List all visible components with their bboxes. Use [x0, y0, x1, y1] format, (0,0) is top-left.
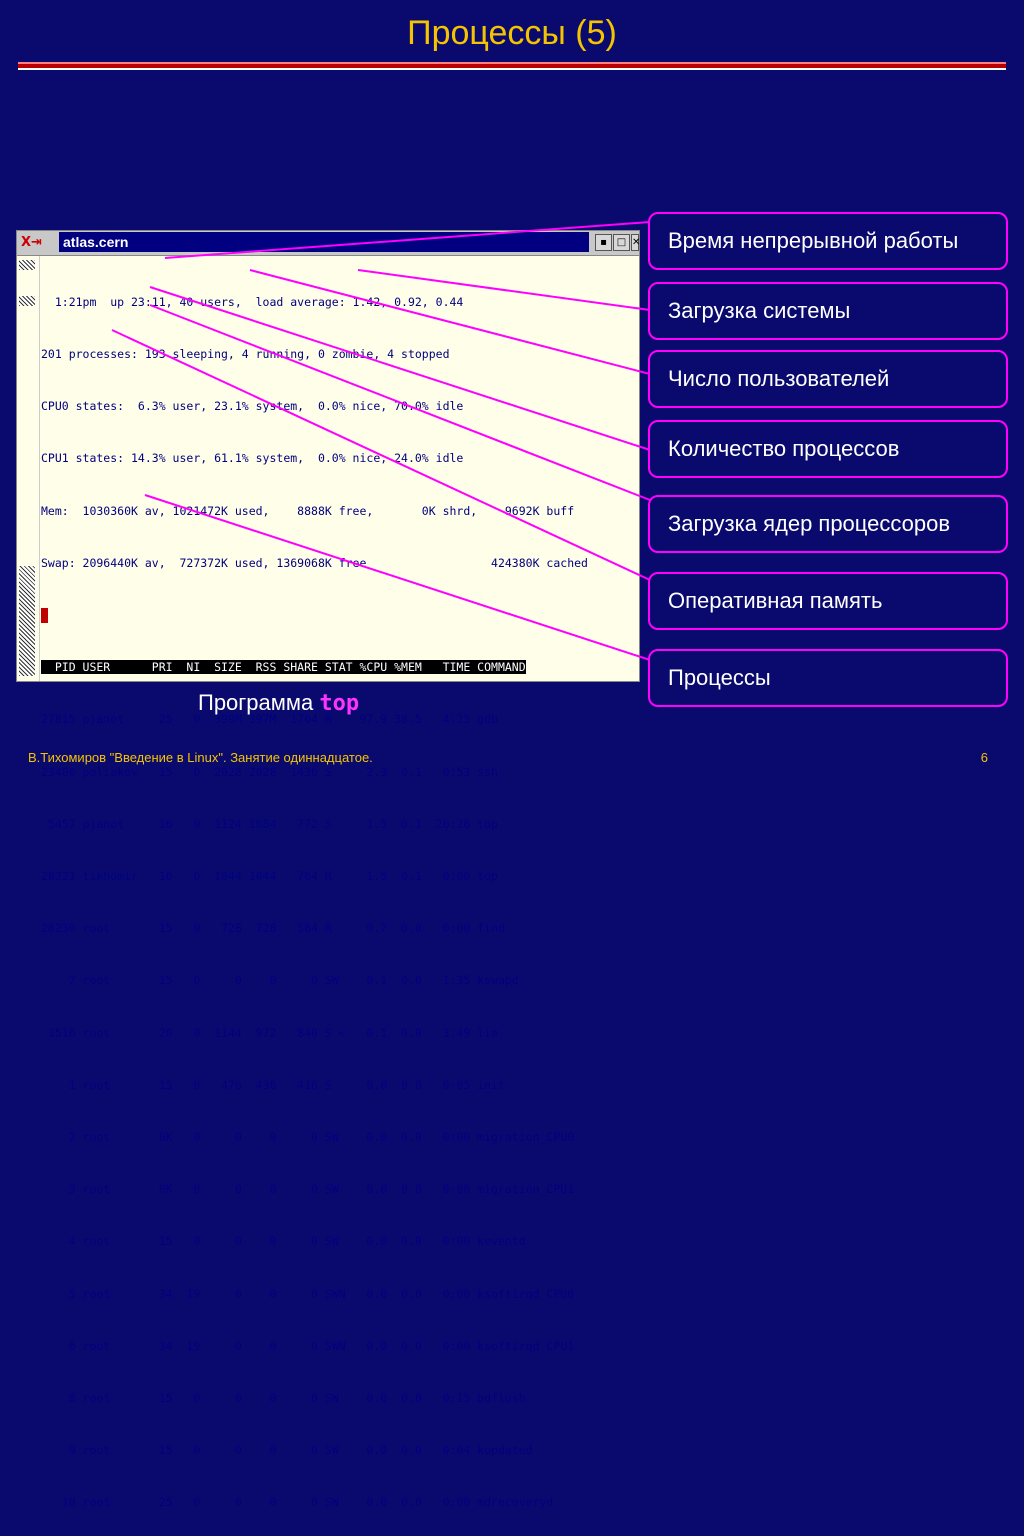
- arrow-memory: [111, 329, 651, 581]
- arrow-cpu: [149, 304, 651, 501]
- process-row: 2 root 0K 0 0 0 0 SW 0.0 0.0 0:00 migrat…: [41, 1130, 575, 1145]
- arrow-uptime: [164, 221, 651, 259]
- page-number: 6: [980, 750, 988, 765]
- process-row: 5457 pjanot 16 0 1124 1084 772 S 1.5 0.1…: [41, 816, 498, 831]
- process-row: 28221 tikhomir 16 0 1044 1044 764 R 1.5 …: [41, 869, 498, 884]
- callout-process-list: Процессы: [648, 649, 1008, 707]
- process-row: 1 root 15 0 476 436 416 S 0.0 0.0 0:05 i…: [41, 1077, 505, 1092]
- arrow-processes: [149, 286, 651, 451]
- process-row: 28230 root 15 0 728 728 584 R 0.7 0.0 0:…: [41, 921, 505, 936]
- callout-process-count: Количество процессов: [648, 420, 1008, 478]
- callout-uptime: Время непрерывной работы: [648, 212, 1008, 270]
- arrow-users: [249, 269, 651, 375]
- arrow-process-list: [144, 494, 651, 661]
- caption-text: Программа: [198, 690, 314, 715]
- figure-caption: Программа top: [198, 690, 359, 716]
- process-row: 10 root 25 0 0 0 0 SW 0.0 0.0 0:00 mdrec…: [41, 1495, 554, 1510]
- process-row: 6 root 34 19 0 0 0 SWN 0.0 0.0 0:00 ksof…: [41, 1338, 575, 1353]
- callout-load-average: Загрузка системы: [648, 282, 1008, 340]
- process-row: 8 root 15 0 0 0 0 SW 0.0 0.0 0:15 bdflus…: [41, 1391, 526, 1406]
- slide-footer: В.Тихомиров "Введение в Linux". Занятие …: [28, 750, 373, 765]
- callout-users: Число пользователей: [648, 350, 1008, 408]
- process-row: 9 root 15 0 0 0 0 SW 0.0 0.0 0:04 kupdat…: [41, 1443, 533, 1458]
- process-row: 4 root 15 0 0 0 0 SW 0.0 0.0 0:00 kevent…: [41, 1234, 526, 1249]
- arrow-load: [357, 269, 651, 311]
- process-row: 7 root 15 0 0 0 0 SW 0.1 0.0 1:35 kswapd: [41, 973, 519, 988]
- process-row: 5 root 34 19 0 0 0 SWN 0.0 0.0 0:00 ksof…: [41, 1286, 575, 1301]
- process-row: 1516 root 20 0 1144 972 840 S < 0.1 0.0 …: [41, 1025, 498, 1040]
- caption-command: top: [319, 691, 360, 716]
- process-row: 3 root 0K 0 0 0 0 SW 0.0 0.0 0:00 migrat…: [41, 1182, 575, 1197]
- callout-memory: Оперативная память: [648, 572, 1008, 630]
- callout-cpu-load: Загрузка ядер процессоров: [648, 495, 1008, 553]
